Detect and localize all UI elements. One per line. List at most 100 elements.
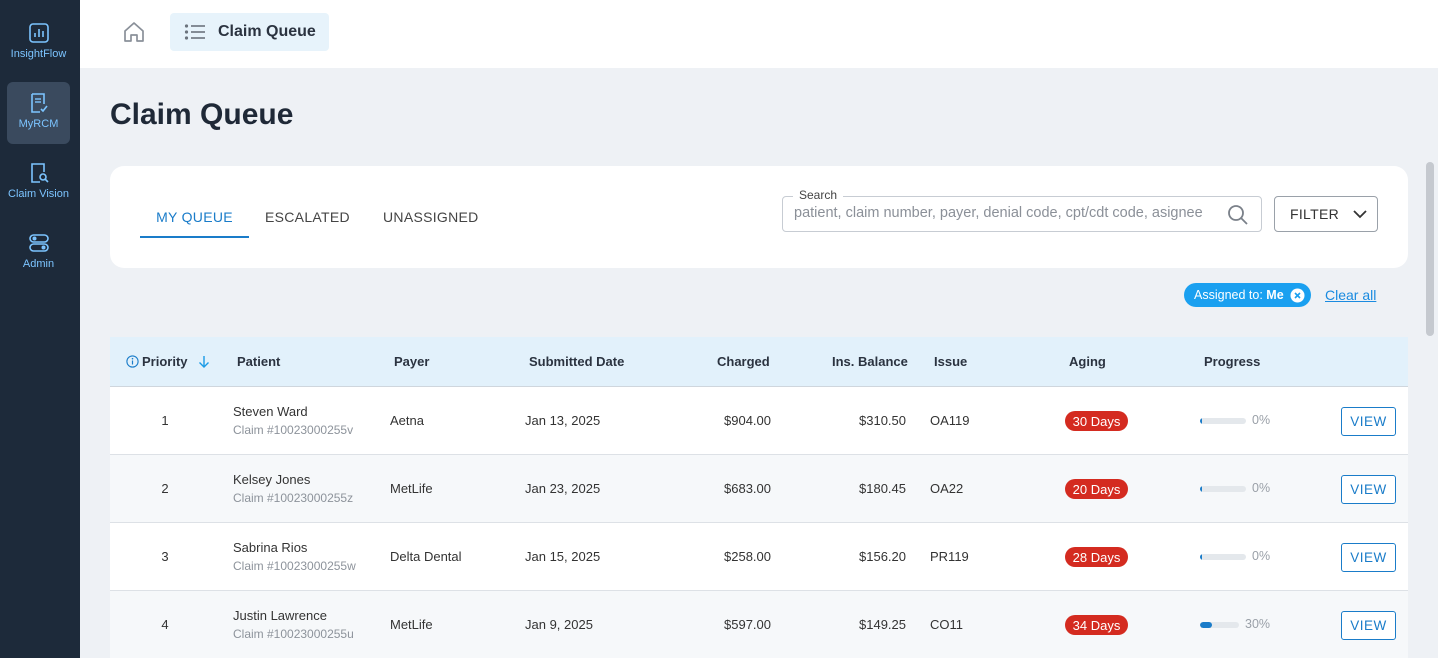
- aging-badge: 28 Days: [1065, 547, 1128, 567]
- search-label: Search: [793, 188, 844, 202]
- table-row[interactable]: 1 Steven Ward Claim #10023000255v Aetna …: [110, 387, 1408, 455]
- balance-cell: $310.50: [859, 413, 906, 428]
- document-check-icon: [30, 93, 48, 113]
- sidebar-item-admin[interactable]: Admin: [7, 222, 70, 284]
- sidebar-item-label: InsightFlow: [10, 48, 67, 60]
- info-icon[interactable]: [126, 355, 139, 368]
- tab-my-queue[interactable]: MY QUEUE: [140, 198, 249, 238]
- queue-tabs-card: MY QUEUE ESCALATED UNASSIGNED Search FIL…: [110, 166, 1408, 268]
- payer-cell: MetLife: [390, 617, 433, 632]
- charged-cell: $597.00: [724, 617, 771, 632]
- tab-unassigned[interactable]: UNASSIGNED: [383, 198, 479, 238]
- view-button[interactable]: VIEW: [1341, 543, 1396, 572]
- table-row[interactable]: 3 Sabrina Rios Claim #10023000255w Delta…: [110, 523, 1408, 591]
- sidebar-item-label: Claim Vision: [8, 188, 69, 200]
- search-input[interactable]: [794, 205, 1224, 221]
- payer-cell: Aetna: [390, 413, 424, 428]
- header-aging[interactable]: Aging: [1069, 354, 1106, 369]
- submitted-cell: Jan 9, 2025: [525, 617, 593, 632]
- claim-number: Claim #10023000255w: [233, 559, 356, 573]
- view-button[interactable]: VIEW: [1341, 407, 1396, 436]
- tab-escalated[interactable]: ESCALATED: [265, 198, 350, 238]
- page-title: Claim Queue: [110, 98, 294, 131]
- document-search-icon: [30, 163, 49, 183]
- payer-cell: MetLife: [390, 481, 433, 496]
- patient-name: Kelsey Jones: [233, 472, 311, 487]
- issue-cell: CO11: [930, 617, 963, 632]
- clear-all-link[interactable]: Clear all: [1325, 287, 1376, 303]
- issue-cell: PR119: [930, 549, 969, 564]
- sidebar: InsightFlow MyRCM Claim Vision Admin: [0, 0, 80, 658]
- sidebar-item-insightflow[interactable]: InsightFlow: [7, 12, 70, 74]
- progress-bar: [1200, 486, 1246, 492]
- table-row[interactable]: 2 Kelsey Jones Claim #10023000255z MetLi…: [110, 455, 1408, 523]
- view-button[interactable]: VIEW: [1341, 611, 1396, 640]
- chevron-down-icon: [1353, 210, 1367, 219]
- bar-chart-icon: [28, 23, 49, 43]
- charged-cell: $258.00: [724, 549, 771, 564]
- charged-cell: $904.00: [724, 413, 771, 428]
- patient-name: Steven Ward: [233, 404, 308, 419]
- sidebar-item-myrcm[interactable]: MyRCM: [7, 82, 70, 144]
- chip-label: Assigned to: Me: [1194, 288, 1284, 302]
- progress-bar: [1200, 622, 1239, 628]
- sidebar-item-label: Admin: [22, 258, 55, 270]
- view-button[interactable]: VIEW: [1341, 475, 1396, 504]
- header-priority[interactable]: Priority: [126, 354, 212, 369]
- patient-name: Justin Lawrence: [233, 608, 327, 623]
- header-issue[interactable]: Issue: [934, 354, 967, 369]
- list-icon: [184, 24, 205, 40]
- progress-label: 30%: [1245, 617, 1271, 631]
- scrollbar-thumb[interactable]: [1426, 162, 1434, 336]
- issue-cell: OA22: [930, 481, 964, 496]
- sidebar-item-claim-vision[interactable]: Claim Vision: [7, 152, 70, 214]
- progress-label: 0%: [1252, 481, 1271, 495]
- payer-cell: Delta Dental: [390, 549, 462, 564]
- progress-fill: [1200, 486, 1202, 492]
- header-payer[interactable]: Payer: [394, 354, 429, 369]
- balance-cell: $156.20: [859, 549, 906, 564]
- home-button[interactable]: [120, 18, 148, 46]
- top-bar: Claim Queue: [80, 0, 1438, 68]
- progress-label: 0%: [1252, 549, 1271, 563]
- priority-cell: 1: [161, 413, 169, 428]
- filter-button[interactable]: FILTER: [1274, 196, 1378, 232]
- toggles-icon: [28, 234, 49, 252]
- breadcrumb-label: Claim Queue: [218, 23, 316, 40]
- aging-badge: 30 Days: [1065, 411, 1128, 431]
- search-icon[interactable]: [1227, 204, 1249, 226]
- patient-name: Sabrina Rios: [233, 540, 308, 555]
- breadcrumb-claim-queue[interactable]: Claim Queue: [170, 13, 329, 51]
- balance-cell: $149.25: [859, 617, 906, 632]
- progress-bar: [1200, 418, 1246, 424]
- close-icon[interactable]: [1290, 288, 1305, 303]
- header-ins-balance[interactable]: Ins. Balance: [832, 354, 908, 369]
- claims-table: Priority Patient Payer Submitted Date Ch…: [110, 337, 1408, 658]
- table-header: Priority Patient Payer Submitted Date Ch…: [110, 337, 1408, 387]
- header-progress[interactable]: Progress: [1204, 354, 1260, 369]
- search-field: Search: [782, 188, 1262, 232]
- priority-cell: 4: [161, 617, 169, 632]
- progress-fill: [1200, 622, 1212, 628]
- home-icon: [124, 22, 144, 42]
- progress-label: 0%: [1252, 413, 1271, 427]
- priority-cell: 3: [161, 549, 169, 564]
- scrollbar[interactable]: [1422, 68, 1438, 658]
- header-submitted-date[interactable]: Submitted Date: [529, 354, 624, 369]
- header-patient[interactable]: Patient: [237, 354, 280, 369]
- progress-fill: [1200, 418, 1202, 424]
- header-priority-label: Priority: [142, 354, 188, 369]
- table-row[interactable]: 4 Justin Lawrence Claim #10023000255u Me…: [110, 591, 1408, 658]
- charged-cell: $683.00: [724, 481, 771, 496]
- sidebar-item-label: MyRCM: [18, 118, 59, 130]
- progress-bar: [1200, 554, 1246, 560]
- sort-down-icon[interactable]: [196, 355, 212, 368]
- header-charged[interactable]: Charged: [717, 354, 770, 369]
- balance-cell: $180.45: [859, 481, 906, 496]
- aging-badge: 34 Days: [1065, 615, 1128, 635]
- submitted-cell: Jan 13, 2025: [525, 413, 601, 428]
- filter-chip-assigned: Assigned to: Me: [1184, 283, 1311, 307]
- submitted-cell: Jan 23, 2025: [525, 481, 601, 496]
- claim-number: Claim #10023000255v: [233, 423, 354, 437]
- priority-cell: 2: [161, 481, 169, 496]
